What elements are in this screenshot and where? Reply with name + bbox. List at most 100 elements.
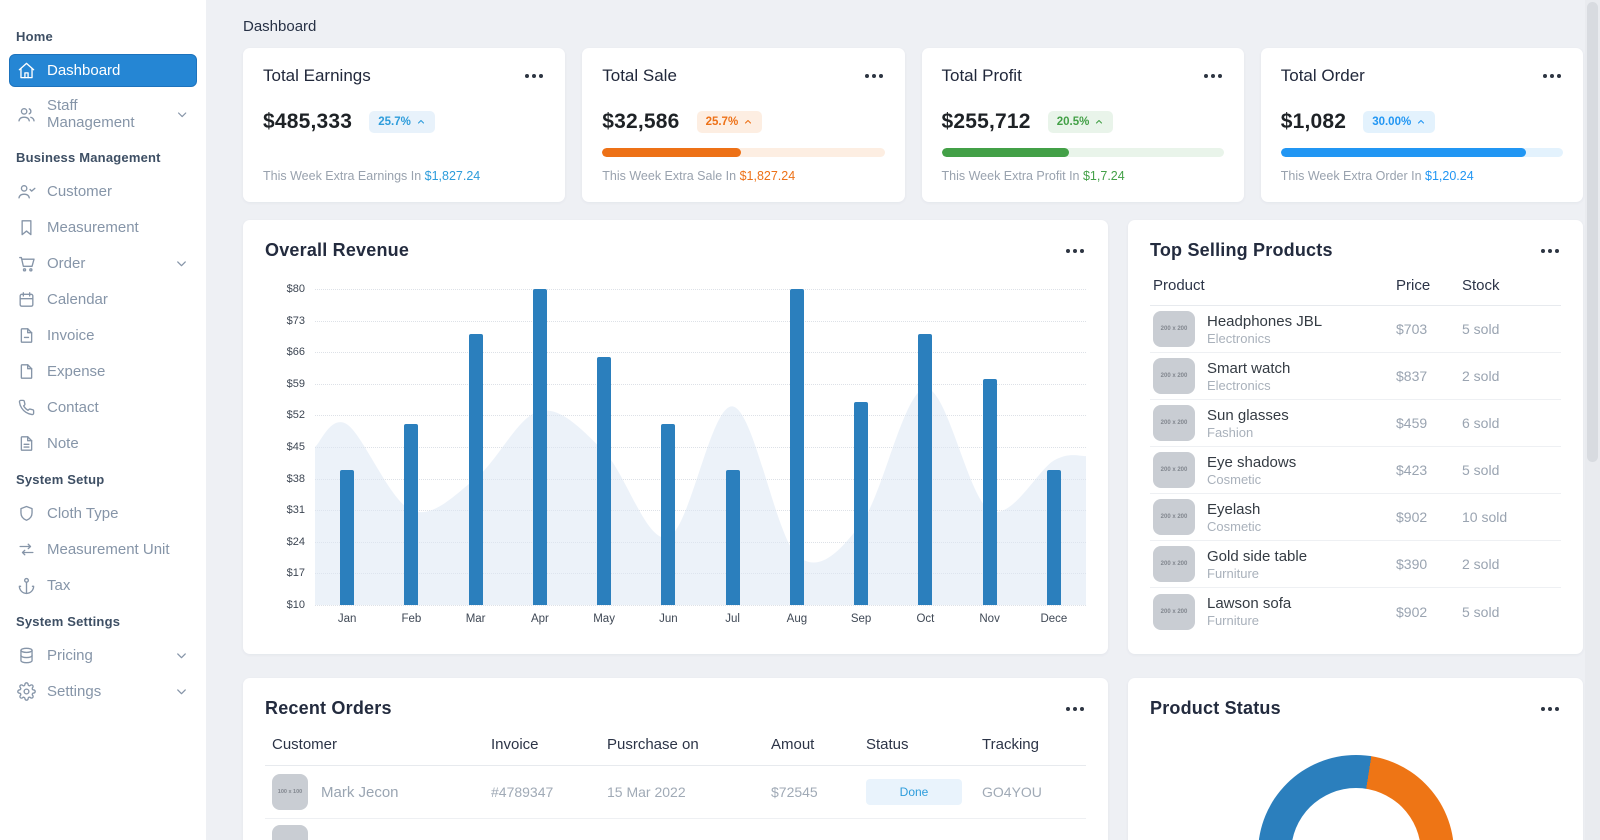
sidebar-item-invoice[interactable]: Invoice: [9, 319, 197, 352]
product-category: Cosmetic: [1207, 471, 1262, 487]
users-icon: [18, 107, 35, 122]
y-axis-tick-label: $52: [286, 409, 305, 422]
column-header-price: Price: [1396, 277, 1431, 294]
sidebar-item-label: Measurement Unit: [47, 541, 170, 558]
sidebar-item-contact[interactable]: Contact: [9, 391, 197, 424]
sidebar-section-label-system-settings: System Settings: [16, 614, 121, 629]
more-menu-button[interactable]: [1064, 702, 1086, 716]
column-header-invoice: Invoice: [491, 736, 539, 753]
x-axis-tick-label: Nov: [979, 613, 1000, 625]
sidebar-item-expense[interactable]: Expense: [9, 355, 197, 388]
x-axis-tick-label: Dece: [1040, 613, 1068, 625]
x-axis-tick-label: Apr: [530, 613, 549, 625]
stat-card-total-profit: Total Profit $255,712 20.5% This Week Extra…: [921, 48, 1244, 202]
stat-card-trend-badge: 30.00%: [1363, 111, 1436, 133]
top-selling-products-panel: Top Selling Products Product Price Stock…: [1128, 220, 1583, 654]
orders-table-body: 100 x 100 Mark Jecon #4789347 15 Mar 2022 $7…: [265, 766, 1086, 819]
x-axis-tick-label: Mar: [465, 613, 486, 625]
stat-card-note-amount: $1,20.24: [1425, 169, 1474, 183]
sidebar-item-note[interactable]: Note: [9, 427, 197, 460]
more-menu-button[interactable]: [523, 69, 545, 83]
product-price: $459: [1396, 415, 1428, 431]
scrollbar-thumb[interactable]: [1587, 2, 1598, 462]
product-name: Lawson sofa: [1207, 595, 1292, 612]
product-row-eyelash: 200 x 200 Eyelash Cosmetic $902 10 sold: [1150, 494, 1561, 541]
sidebar-section-label-business-management: Business Management: [16, 150, 161, 165]
sidebar-item-label: Cloth Type: [47, 505, 119, 522]
stat-card-total-earnings: Total Earnings $485,333 25.7% This Week Ext…: [243, 48, 566, 202]
sidebar-item-measurement-unit[interactable]: Measurement Unit: [9, 533, 197, 566]
product-stock: 5 sold: [1462, 603, 1500, 620]
sidebar-item-label: Note: [47, 435, 79, 452]
stat-card-trend-badge: 25.7%: [696, 111, 763, 133]
stat-cards-row: Total Earnings $485,333 25.7% This Week Ext…: [243, 48, 1583, 202]
product-image-placeholder: 200 x 200: [1153, 358, 1195, 394]
sidebar-item-dashboard[interactable]: Dashboard: [9, 54, 197, 87]
x-axis-tick-label: Oct: [916, 613, 935, 625]
orders-table-header: Customer Invoice Pusrchase on Amout Stat…: [265, 736, 1086, 766]
product-category: Fashion: [1207, 424, 1254, 440]
more-menu-button[interactable]: [1064, 244, 1086, 258]
sidebar-item-settings[interactable]: Settings: [9, 675, 197, 708]
more-menu-button[interactable]: [863, 69, 885, 83]
product-price: $902: [1396, 603, 1428, 620]
stat-card-title: Total Sale: [602, 66, 677, 85]
sidebar-item-calendar[interactable]: Calendar: [9, 283, 197, 316]
bar-jun: [661, 424, 676, 605]
product-stock: 2 sold: [1462, 556, 1500, 572]
product-image-placeholder: 200 x 200: [1153, 405, 1195, 441]
x-axis-tick-label: Jun: [659, 613, 678, 625]
column-header-product: Product: [1153, 277, 1205, 294]
column-header-amount: Amout: [771, 736, 815, 753]
calendar-icon: [19, 292, 34, 307]
more-menu-button[interactable]: [1202, 69, 1224, 83]
stat-card-note-amount: $1,827.24: [739, 169, 796, 183]
sidebar-item-label: Calendar: [47, 291, 108, 308]
product-price: $423: [1396, 462, 1428, 478]
stat-card-title: Total Order: [1280, 66, 1365, 85]
product-stock: 5 sold: [1462, 321, 1500, 337]
y-axis-tick-label: $31: [286, 504, 305, 517]
vertical-scrollbar[interactable]: [1585, 0, 1600, 840]
product-row-headphones-jbl: 200 x 200 Headphones JBL Electronics $703 5 …: [1150, 306, 1561, 353]
sidebar-item-measurement[interactable]: Measurement: [9, 211, 197, 244]
stat-card-note: This Week Extra Order In $1,20.24: [1280, 169, 1474, 183]
sidebar: Home Dashboard Staff Management Business Ma…: [0, 0, 206, 840]
product-row-eye-shadows: 200 x 200 Eye shadows Cosmetic $423 5 sold: [1150, 447, 1561, 494]
stat-card-trend-badge: 25.7%: [369, 111, 435, 133]
more-menu-button[interactable]: [1541, 69, 1563, 83]
sidebar-item-cloth-type[interactable]: Cloth Type: [9, 497, 197, 530]
stat-card-value: $32,586: [602, 110, 680, 133]
products-table-body: 200 x 200 Headphones JBL Electronics $703 5 …: [1150, 306, 1561, 635]
x-axis-tick-label: Jan: [337, 613, 357, 625]
recent-orders-panel: Recent Orders Customer Invoice Pusrchase…: [243, 678, 1108, 840]
sidebar-item-customer[interactable]: Customer: [9, 175, 197, 208]
stat-progress-track: [941, 148, 1224, 157]
y-axis-tick-label: $45: [286, 441, 305, 453]
sidebar-item-label: Order: [47, 255, 86, 272]
stat-card-note: This Week Extra Earnings In $1,827.24: [263, 169, 481, 183]
sidebar-item-pricing[interactable]: Pricing: [9, 639, 197, 672]
content-row: Overall Revenue $80 $73 $66 $59 $52 $45 $38 $31…: [243, 220, 1583, 840]
bookmark-icon: [21, 220, 32, 236]
cart-icon: [19, 256, 35, 272]
more-menu-button[interactable]: [1539, 702, 1561, 716]
stat-progress-track: [602, 148, 885, 157]
sidebar-item-staff-management[interactable]: Staff Management: [9, 90, 197, 138]
product-price: $703: [1396, 321, 1428, 337]
product-name: Smart watch: [1207, 359, 1291, 377]
product-stock: 5 sold: [1462, 462, 1500, 478]
bar-mar: [468, 334, 483, 605]
more-menu-button[interactable]: [1539, 244, 1561, 258]
sidebar-item-label: Dashboard: [47, 62, 121, 79]
page-title: Dashboard: [243, 18, 317, 35]
stat-card-total-order: Total Order $1,082 30.00% This Week Extra O…: [1260, 48, 1583, 202]
sidebar-item-tax[interactable]: Tax: [9, 569, 197, 602]
sidebar-item-order[interactable]: Order: [9, 247, 197, 280]
database-icon: [20, 647, 33, 664]
order-customer-name: Mark Jecon: [321, 783, 399, 801]
table-row-partial: 100 x 100: [265, 819, 1086, 840]
y-axis-tick-label: $80: [286, 283, 305, 295]
phone-icon: [18, 399, 35, 416]
stat-progress-fill: [602, 148, 741, 157]
